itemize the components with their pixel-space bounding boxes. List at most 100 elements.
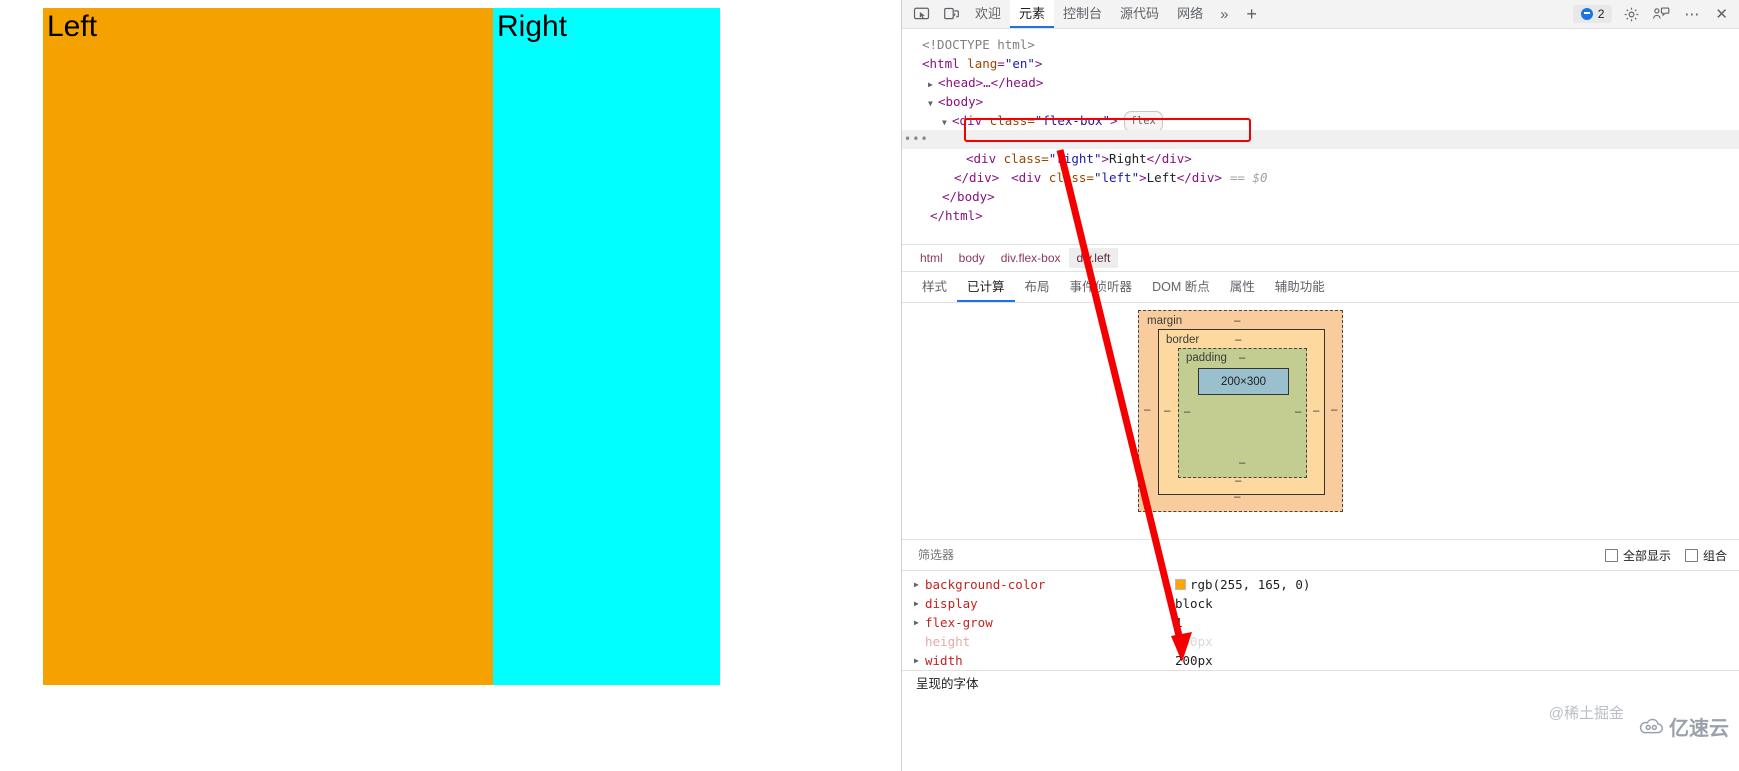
property-name: flex-grow <box>925 615 993 630</box>
checkbox-icon[interactable] <box>1604 548 1618 562</box>
html-tag: <html <box>922 56 960 71</box>
dom-line-body-close[interactable]: </body> <box>902 187 1739 206</box>
more-tabs-icon[interactable]: » <box>1212 6 1236 23</box>
tab-event-listeners[interactable]: 事件侦听器 <box>1060 273 1143 302</box>
breadcrumb-item-div-left[interactable]: div.left <box>1068 248 1119 268</box>
flexbox-class-attr: class= <box>989 113 1035 128</box>
expand-arrow-icon[interactable]: ▶ <box>914 594 925 613</box>
border-right-value[interactable]: – <box>1313 405 1319 417</box>
property-row-flex-grow[interactable]: ▶ flex-grow 1 <box>902 613 1739 632</box>
left-div: Left <box>43 8 493 685</box>
show-all-checkbox[interactable]: 全部显示 <box>1604 547 1671 564</box>
devtools-panel: 欢迎 元素 控制台 源代码 网络 » + 2 ⋯ ✕ <!DOCTYPE htm… <box>901 0 1739 771</box>
issues-button[interactable]: 2 <box>1572 5 1613 23</box>
padding-left-value[interactable]: – <box>1184 406 1190 418</box>
tab-properties[interactable]: 属性 <box>1220 273 1265 302</box>
tab-layout[interactable]: 布局 <box>1015 273 1060 302</box>
box-model-padding-label: padding <box>1186 352 1227 364</box>
html-close-text: </html> <box>930 208 983 223</box>
property-name: background-color <box>925 577 1046 592</box>
watermark-yisuyun: 亿速云 <box>1638 712 1729 741</box>
inspect-element-icon[interactable] <box>906 1 936 27</box>
color-swatch-icon[interactable] <box>1175 579 1186 590</box>
margin-left-value[interactable]: – <box>1144 404 1150 416</box>
watermark-yisuyun-text: 亿速云 <box>1669 718 1729 740</box>
tab-console[interactable]: 控制台 <box>1054 0 1111 28</box>
filter-input[interactable] <box>916 547 1591 563</box>
flex-box-container: Left Right <box>43 8 720 685</box>
checkbox-icon[interactable] <box>1684 548 1698 562</box>
gear-icon[interactable] <box>1616 1 1646 27</box>
property-row-background-color[interactable]: ▶ background-color rgb(255, 165, 0) <box>902 575 1739 594</box>
box-model-content[interactable]: 200×300 <box>1198 368 1289 395</box>
box-model-border[interactable]: border – – – – padding – – – – 200×300 <box>1158 329 1325 495</box>
box-model-padding[interactable]: padding – – – – 200×300 <box>1178 348 1307 478</box>
dom-line-head[interactable]: ▶ <head>…</head> <box>902 73 1739 92</box>
body-close-text: </body> <box>942 189 995 204</box>
property-value: block <box>1175 596 1213 611</box>
margin-right-value[interactable]: – <box>1331 404 1337 416</box>
padding-right-value[interactable]: – <box>1295 406 1301 418</box>
breadcrumb-item-div-flex-box[interactable]: div.flex-box <box>993 248 1069 268</box>
computed-filter-row: 全部显示 组合 <box>902 539 1739 571</box>
dom-line-html[interactable]: <html lang="en"> <box>902 54 1739 73</box>
border-left-value[interactable]: – <box>1164 405 1170 417</box>
margin-top-value[interactable]: – <box>1234 315 1240 327</box>
dom-tree[interactable]: <!DOCTYPE html> <html lang="en"> ▶ <head>… <box>902 29 1739 244</box>
flex-badge[interactable]: flex <box>1123 111 1163 132</box>
padding-top-value[interactable]: – <box>1239 352 1245 364</box>
watermark-juejin: @稀土掘金 <box>1548 705 1624 722</box>
dom-line-html-close[interactable]: </html> <box>902 206 1739 225</box>
dom-line-left-div-selected[interactable]: ••• <div class="left">Left</div> == $0 <box>902 130 1739 185</box>
tab-elements[interactable]: 元素 <box>1010 0 1055 28</box>
flexbox-close-text: </div> <box>954 170 1000 185</box>
border-top-value[interactable]: – <box>1235 334 1241 346</box>
property-value: 200px <box>1175 653 1213 668</box>
more-options-icon[interactable]: ⋯ <box>1676 5 1708 23</box>
tab-styles[interactable]: 样式 <box>912 273 957 302</box>
dom-line-flexbox[interactable]: ▼ <div class="flex-box"> flex <box>902 111 1739 132</box>
box-model-diagram: margin – – – – border – – – – padding – … <box>902 303 1739 539</box>
issues-count: 2 <box>1597 7 1605 21</box>
dom-line-body[interactable]: ▼ <body> <box>902 92 1739 111</box>
box-model-border-label: border <box>1166 334 1200 346</box>
property-name: height <box>925 634 971 649</box>
tab-dom-breakpoints[interactable]: DOM 断点 <box>1142 273 1220 302</box>
padding-bottom-value[interactable]: – <box>1239 457 1245 469</box>
dom-line-doctype[interactable]: <!DOCTYPE html> <box>902 35 1739 54</box>
add-tab-icon[interactable]: + <box>1236 4 1267 25</box>
expand-arrow-icon[interactable]: ▶ <box>914 613 925 632</box>
flexbox-close-bracket: > <box>1110 113 1118 128</box>
right-div: Right <box>493 8 720 685</box>
expand-arrow-icon[interactable]: ▶ <box>914 651 925 670</box>
property-row-width[interactable]: ▶ width 200px <box>902 651 1739 670</box>
tab-welcome[interactable]: 欢迎 <box>966 0 1010 28</box>
breadcrumb-item-html[interactable]: html <box>912 248 951 268</box>
feedback-icon[interactable] <box>1646 1 1676 27</box>
property-row-height[interactable]: height 300px <box>902 632 1739 651</box>
html-lang-attr: lang <box>967 56 998 71</box>
computed-properties-list: ▶ background-color rgb(255, 165, 0) ▶ di… <box>902 571 1739 670</box>
expand-arrow-icon[interactable]: ▶ <box>914 575 925 594</box>
show-all-label: 全部显示 <box>1622 548 1671 563</box>
dom-line-right-div[interactable]: <div class="right">Right</div> <box>902 149 1739 168</box>
tab-sources[interactable]: 源代码 <box>1111 0 1168 28</box>
dom-gutter-ellipsis[interactable]: ••• <box>904 130 929 149</box>
close-icon[interactable]: ✕ <box>1708 5 1735 23</box>
group-checkbox[interactable]: 组合 <box>1684 547 1727 564</box>
breadcrumb-item-body[interactable]: body <box>951 248 993 268</box>
property-row-display[interactable]: ▶ display block <box>902 594 1739 613</box>
body-text: <body> <box>938 94 984 109</box>
right-class-attr: class= <box>1003 151 1049 166</box>
dom-line-flexbox-close[interactable]: </div> <box>902 168 1739 187</box>
tab-network[interactable]: 网络 <box>1168 0 1212 28</box>
tab-computed[interactable]: 已计算 <box>957 273 1015 302</box>
tab-accessibility[interactable]: 辅助功能 <box>1265 273 1335 302</box>
box-model-margin[interactable]: margin – – – – border – – – – padding – … <box>1138 310 1343 512</box>
rendered-fonts-section[interactable]: 呈现的字体 <box>902 670 1739 697</box>
right-class-value: "right" <box>1048 151 1102 166</box>
property-name: display <box>925 596 978 611</box>
device-toolbar-icon[interactable] <box>936 1 966 27</box>
html-lang-value: "en" <box>1004 56 1035 71</box>
property-value: 300px <box>1175 634 1213 649</box>
